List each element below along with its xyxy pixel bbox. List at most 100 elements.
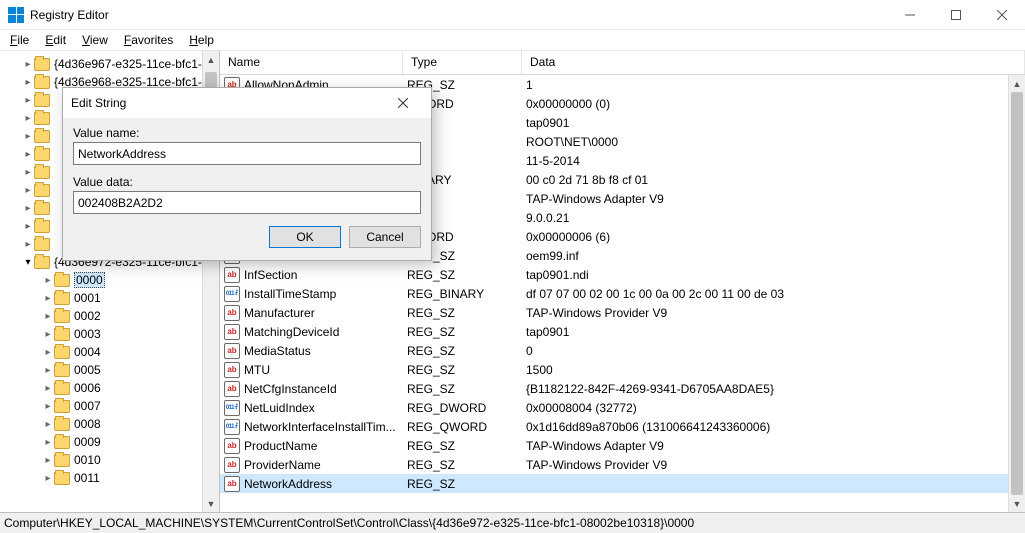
tree-item[interactable]: ▸{4d36e967-e325-11ce-bfc1- — [0, 55, 219, 73]
scroll-down-icon[interactable]: ▼ — [203, 495, 219, 512]
tree-item[interactable]: ▸0005 — [0, 361, 219, 379]
value-data: ROOT\NET\0000 — [526, 135, 1008, 149]
tree-item[interactable]: ▸0008 — [0, 415, 219, 433]
column-name[interactable]: Name — [220, 51, 403, 74]
menu-view[interactable]: View — [74, 31, 116, 49]
chevron-down-icon[interactable]: ▾ — [22, 256, 34, 268]
column-type[interactable]: Type — [403, 51, 522, 74]
maximize-button[interactable] — [933, 0, 979, 30]
menu-favorites[interactable]: Favorites — [116, 31, 181, 49]
menu-help[interactable]: Help — [181, 31, 222, 49]
menu-edit[interactable]: Edit — [37, 31, 74, 49]
value-name: NetLuidIndex — [244, 401, 407, 415]
dialog-title: Edit String — [71, 96, 383, 110]
value-data-field[interactable] — [73, 191, 421, 214]
minimize-button[interactable] — [887, 0, 933, 30]
list-row[interactable]: MediaStatusREG_SZ0 — [220, 341, 1008, 360]
folder-icon — [54, 418, 70, 431]
value-type: REG_SZ — [407, 306, 526, 320]
chevron-right-icon[interactable]: ▸ — [22, 94, 34, 106]
tree-item[interactable]: ▸0006 — [0, 379, 219, 397]
value-data: TAP-Windows Adapter V9 — [526, 439, 1008, 453]
value-type: REG_SZ — [407, 344, 526, 358]
folder-icon — [54, 382, 70, 395]
chevron-right-icon[interactable]: ▸ — [42, 472, 54, 484]
string-value-icon — [224, 362, 240, 378]
chevron-right-icon[interactable]: ▸ — [42, 400, 54, 412]
tree-label: 0002 — [74, 309, 101, 323]
value-name-label: Value name: — [73, 126, 421, 140]
list-row[interactable]: ProductNameREG_SZTAP-Windows Adapter V9 — [220, 436, 1008, 455]
chevron-right-icon[interactable]: ▸ — [42, 418, 54, 430]
chevron-right-icon[interactable]: ▸ — [22, 58, 34, 70]
list-row[interactable]: NetLuidIndexREG_DWORD0x00008004 (32772) — [220, 398, 1008, 417]
list-row[interactable]: NetworkAddressREG_SZ — [220, 474, 1008, 493]
chevron-right-icon[interactable]: ▸ — [22, 112, 34, 124]
list-row[interactable]: InstallTimeStampREG_BINARYdf 07 07 00 02… — [220, 284, 1008, 303]
dialog-body: Value name: Value data: OK Cancel — [63, 118, 431, 260]
chevron-right-icon[interactable]: ▸ — [42, 454, 54, 466]
binary-value-icon — [224, 400, 240, 416]
chevron-right-icon[interactable]: ▸ — [22, 220, 34, 232]
tree-item[interactable]: ▸0011 — [0, 469, 219, 487]
scroll-down-icon[interactable]: ▼ — [1009, 495, 1025, 512]
chevron-right-icon[interactable]: ▸ — [22, 76, 34, 88]
column-data[interactable]: Data — [522, 51, 1025, 74]
list-row[interactable]: ProviderNameREG_SZTAP-Windows Provider V… — [220, 455, 1008, 474]
chevron-right-icon[interactable]: ▸ — [42, 346, 54, 358]
dialog-close-button[interactable] — [383, 89, 423, 117]
folder-icon — [34, 112, 50, 125]
menu-file[interactable]: File — [2, 31, 37, 49]
value-type: REG_SZ — [407, 268, 526, 282]
folder-icon — [34, 220, 50, 233]
list-row[interactable]: MTUREG_SZ1500 — [220, 360, 1008, 379]
list-row[interactable]: InfSectionREG_SZtap0901.ndi — [220, 265, 1008, 284]
chevron-right-icon[interactable]: ▸ — [42, 328, 54, 340]
list-row[interactable]: ManufacturerREG_SZTAP-Windows Provider V… — [220, 303, 1008, 322]
tree-item[interactable]: ▸0000 — [0, 271, 219, 289]
chevron-right-icon[interactable]: ▸ — [22, 166, 34, 178]
chevron-right-icon[interactable]: ▸ — [22, 148, 34, 160]
value-data: 0x1d16dd89a870b06 (131006641243360006) — [526, 420, 1008, 434]
close-icon — [398, 98, 408, 108]
ok-button[interactable]: OK — [269, 226, 341, 248]
value-data: 00 c0 2d 71 8b f8 cf 01 — [526, 173, 1008, 187]
value-name-field[interactable] — [73, 142, 421, 165]
tree-item[interactable]: ▸0007 — [0, 397, 219, 415]
chevron-right-icon[interactable]: ▸ — [22, 130, 34, 142]
list-row[interactable]: NetworkInterfaceInstallTim...REG_QWORD0x… — [220, 417, 1008, 436]
scroll-up-icon[interactable]: ▲ — [1009, 75, 1025, 92]
scroll-track[interactable] — [1009, 92, 1025, 495]
folder-icon — [34, 166, 50, 179]
scroll-thumb[interactable] — [1011, 92, 1023, 495]
value-name: Manufacturer — [244, 306, 407, 320]
chevron-right-icon[interactable]: ▸ — [42, 274, 54, 286]
cancel-button[interactable]: Cancel — [349, 226, 421, 248]
chevron-right-icon[interactable]: ▸ — [42, 292, 54, 304]
chevron-right-icon[interactable]: ▸ — [42, 310, 54, 322]
scroll-up-icon[interactable]: ▲ — [203, 51, 219, 68]
tree-item[interactable]: ▸0009 — [0, 433, 219, 451]
tree-item[interactable]: ▸0003 — [0, 325, 219, 343]
chevron-right-icon[interactable]: ▸ — [22, 238, 34, 250]
chevron-right-icon[interactable]: ▸ — [42, 382, 54, 394]
value-type: REG_SZ — [407, 439, 526, 453]
chevron-right-icon[interactable]: ▸ — [22, 202, 34, 214]
value-data: 0 — [526, 344, 1008, 358]
tree-label: 0004 — [74, 345, 101, 359]
value-type: REG_SZ — [407, 458, 526, 472]
list-row[interactable]: MatchingDeviceIdREG_SZtap0901 — [220, 322, 1008, 341]
chevron-right-icon[interactable]: ▸ — [22, 184, 34, 196]
minimize-icon — [905, 10, 915, 20]
list-scrollbar[interactable]: ▲ ▼ — [1008, 75, 1025, 512]
edit-string-dialog: Edit String Value name: Value data: OK C… — [62, 87, 432, 261]
tree-item[interactable]: ▸ 0004 — [0, 343, 219, 361]
list-row[interactable]: NetCfgInstanceIdREG_SZ{B1182122-842F-426… — [220, 379, 1008, 398]
close-button[interactable] — [979, 0, 1025, 30]
tree-item[interactable]: ▸0001 — [0, 289, 219, 307]
chevron-right-icon[interactable]: ▸ — [42, 364, 54, 376]
tree-item[interactable]: ▸ 0002 — [0, 307, 219, 325]
chevron-right-icon[interactable]: ▸ — [42, 436, 54, 448]
tree-item[interactable]: ▸0010 — [0, 451, 219, 469]
value-name: NetCfgInstanceId — [244, 382, 407, 396]
